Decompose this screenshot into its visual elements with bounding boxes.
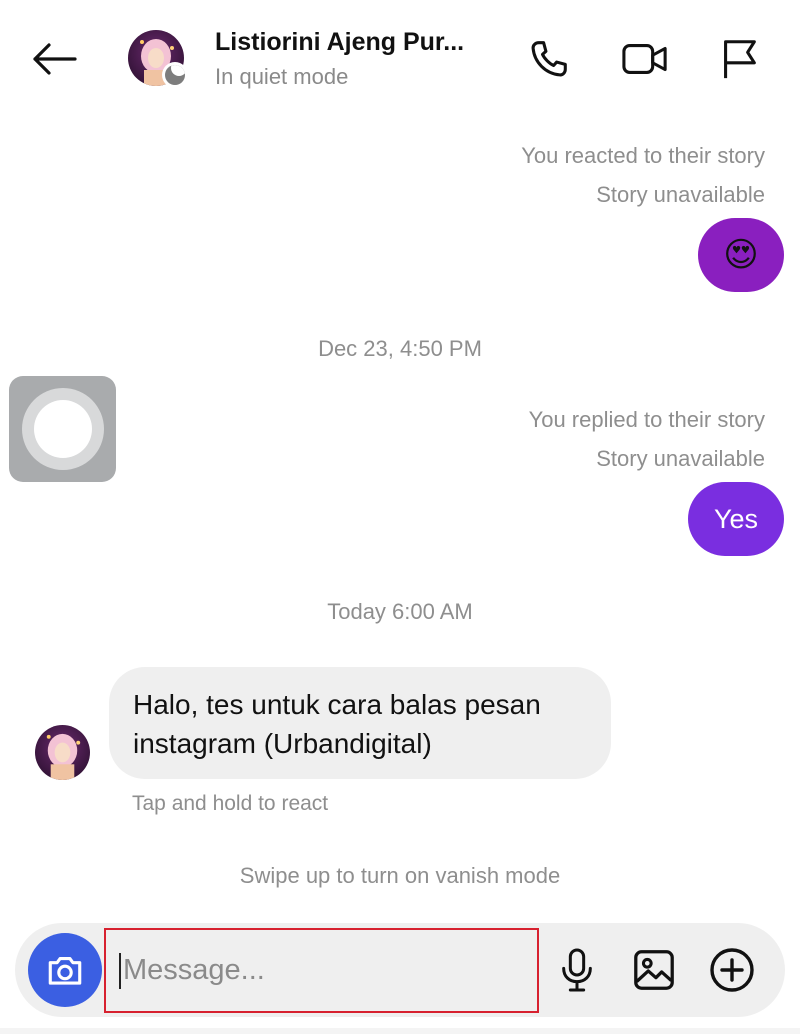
contact-status: In quiet mode [215,64,349,89]
contact-name[interactable]: Listiorini Ajeng Pur... [215,28,464,57]
camera-icon [48,956,82,985]
story-unavailable-label: Story unavailable [596,182,765,207]
message-placeholder: Message... [123,954,265,986]
message-text: Halo, tes untuk cara balas pesan instagr… [133,689,541,759]
video-call-button[interactable] [620,34,670,84]
story-thumbnail[interactable] [9,376,116,482]
message-input[interactable]: Message... [104,928,539,1013]
reaction-bubble[interactable]: 😍 [698,218,784,292]
back-button[interactable] [28,36,80,82]
story-reaction-label: You reacted to their story [521,143,765,168]
sender-avatar[interactable] [35,725,90,780]
phone-icon [531,41,567,77]
contact-avatar[interactable] [128,30,188,88]
chat-header: Listiorini Ajeng Pur... In quiet mode [0,0,800,115]
gallery-icon [634,950,674,990]
voice-call-button[interactable] [524,34,574,84]
report-button[interactable] [714,34,764,84]
timestamp: Dec 23, 4:50 PM [318,336,482,361]
camera-button[interactable] [28,933,102,1007]
story-unavailable-label: Story unavailable [596,446,765,471]
react-hint: Tap and hold to react [132,792,329,815]
vanish-mode-hint: Swipe up to turn on vanish mode [239,863,561,888]
plus-icon [710,948,754,992]
story-reply-label: You replied to their story [528,407,765,432]
text-cursor [119,952,121,989]
microphone-icon [562,948,592,992]
more-options-button[interactable] [706,944,758,996]
gallery-button[interactable] [628,944,680,996]
quiet-mode-indicator [162,62,188,88]
bottom-edge [0,1028,800,1034]
message-text: Yes [713,503,759,534]
video-camera-icon [622,44,667,74]
sent-message-bubble[interactable]: Yes [688,482,784,556]
timestamp: Today 6:00 AM [327,599,473,624]
heart-eyes-emoji: 😍 [723,236,759,274]
back-arrow-icon [33,43,77,75]
flag-icon [724,40,756,79]
received-message-bubble[interactable]: Halo, tes untuk cara balas pesan instagr… [109,667,611,779]
voice-message-button[interactable] [551,944,603,996]
